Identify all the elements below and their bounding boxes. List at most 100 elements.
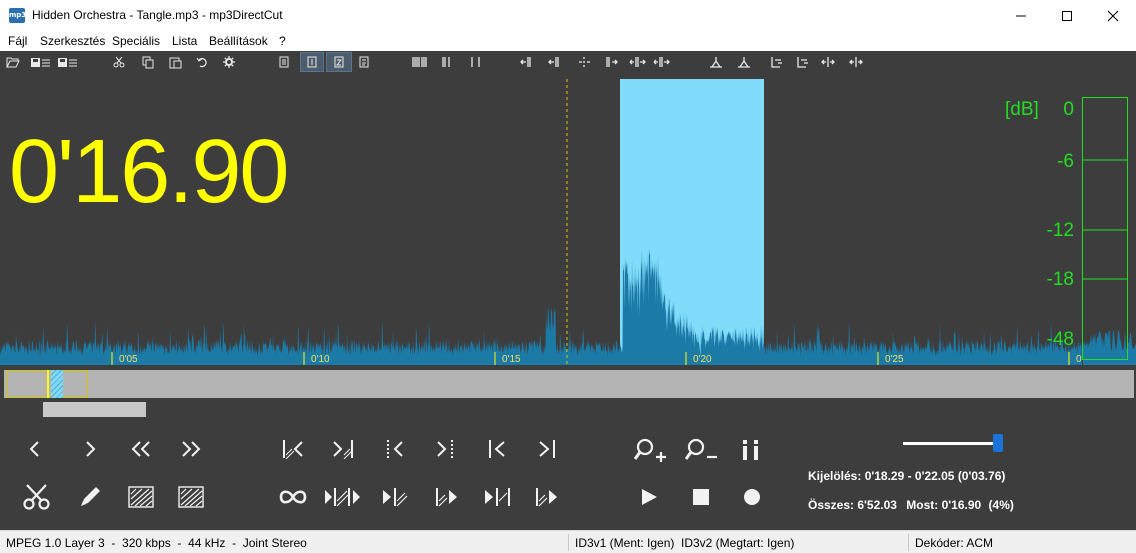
zoom-in-button[interactable] bbox=[633, 436, 671, 464]
marker-icon bbox=[653, 57, 670, 67]
open-button[interactable] bbox=[4, 53, 22, 71]
hatched-box-icon bbox=[128, 486, 154, 508]
toolbar-marker-button[interactable] bbox=[602, 53, 622, 71]
toolbar-marker-button[interactable] bbox=[734, 53, 754, 71]
db-scale-label: -6 bbox=[1057, 151, 1074, 172]
toolbar-marker-button[interactable] bbox=[652, 53, 672, 71]
list-button[interactable] bbox=[276, 53, 292, 71]
selection-info: Kijelölés: 0'18.29 - 0'22.05 (0'03.76) bbox=[808, 469, 1005, 483]
loop-button[interactable] bbox=[276, 484, 310, 510]
toolbar-marker-button[interactable] bbox=[546, 53, 566, 71]
volume-slider-track[interactable] bbox=[903, 442, 1003, 445]
menu-special[interactable]: Speciális bbox=[112, 34, 160, 48]
save-selection-icon bbox=[58, 58, 77, 67]
fast-back-button[interactable] bbox=[126, 436, 156, 462]
save-selection-button[interactable] bbox=[56, 53, 80, 71]
close-button[interactable] bbox=[1090, 0, 1136, 31]
current-time-display: 0'16.90 bbox=[9, 122, 289, 222]
menu-help[interactable]: ? bbox=[279, 34, 286, 48]
menu-file[interactable]: Fájl bbox=[8, 34, 27, 48]
info-bars-icon bbox=[743, 440, 758, 460]
horizontal-scroll-thumb[interactable] bbox=[43, 402, 146, 417]
step-forward-button[interactable] bbox=[77, 436, 103, 462]
play-selection-end-button[interactable] bbox=[532, 484, 564, 510]
zoom-out-button[interactable] bbox=[684, 436, 722, 464]
overview-track[interactable] bbox=[4, 370, 1134, 398]
toolbar-marker-button[interactable] bbox=[466, 53, 486, 71]
toolbar-marker-button[interactable] bbox=[794, 53, 814, 71]
total-value: 6'52.03 bbox=[857, 498, 897, 512]
stop-button[interactable] bbox=[688, 484, 714, 510]
cut-button[interactable] bbox=[111, 53, 127, 71]
record-button[interactable] bbox=[739, 484, 765, 510]
toolbar-marker-button[interactable] bbox=[768, 53, 788, 71]
play-from-selection-button[interactable] bbox=[432, 484, 464, 510]
play-from-icon bbox=[436, 488, 457, 507]
play-selection-start-button[interactable] bbox=[482, 484, 514, 510]
mode-page-3-button[interactable] bbox=[356, 53, 372, 71]
maximize-button[interactable] bbox=[1044, 0, 1090, 31]
cut-selection-button[interactable] bbox=[22, 482, 54, 512]
toolbar-marker-button[interactable] bbox=[706, 53, 726, 71]
marker-icon bbox=[738, 57, 750, 68]
toolbar-marker-button[interactable] bbox=[628, 53, 648, 71]
toolbar-marker-button[interactable] bbox=[410, 53, 430, 71]
folder-open-icon bbox=[6, 57, 20, 68]
level-info-button[interactable] bbox=[738, 436, 764, 464]
mode-page-1-button[interactable] bbox=[300, 52, 324, 72]
toolbar-marker-button[interactable] bbox=[438, 53, 458, 71]
play-button[interactable] bbox=[636, 484, 662, 510]
go-to-selection-start-button[interactable] bbox=[380, 436, 410, 462]
settings-button[interactable] bbox=[221, 53, 237, 71]
paste-icon bbox=[169, 57, 181, 68]
play-icon bbox=[642, 489, 657, 505]
zoom-out-icon bbox=[685, 438, 717, 460]
app-icon[interactable]: mp3 bbox=[9, 8, 26, 23]
menu-settings[interactable]: Beállítások bbox=[209, 34, 268, 48]
menu-edit[interactable]: Szerkesztés bbox=[40, 34, 105, 48]
status-id3v1: ID3v1 (Ment: Igen) bbox=[575, 536, 675, 550]
now-value: 0'16.90 bbox=[941, 498, 982, 512]
play-selection-icon bbox=[325, 488, 360, 507]
skip-to-end-icon bbox=[539, 440, 555, 458]
step-back-button[interactable] bbox=[22, 436, 48, 462]
toolbar-marker-button[interactable] bbox=[818, 53, 838, 71]
level-meter bbox=[1082, 97, 1128, 360]
toolbar-marker-button[interactable] bbox=[518, 53, 538, 71]
paste-button[interactable] bbox=[167, 53, 183, 71]
time-tick-label: 0'15 bbox=[502, 354, 521, 365]
undo-button[interactable] bbox=[194, 53, 210, 71]
fade-in-button[interactable] bbox=[126, 484, 156, 510]
marker-icon bbox=[771, 57, 782, 68]
overview-strip[interactable] bbox=[0, 368, 1136, 400]
total-info: Összes: 6'52.03 Most: 0'16.90 (4%) bbox=[808, 498, 1014, 512]
gear-icon bbox=[223, 56, 235, 68]
menu-list[interactable]: Lista bbox=[172, 34, 197, 48]
selection-end-forward-button[interactable] bbox=[328, 436, 358, 462]
fast-forward-button[interactable] bbox=[176, 436, 206, 462]
mode-page-2-button[interactable] bbox=[326, 52, 352, 72]
selection-start-back-button[interactable] bbox=[278, 436, 308, 462]
window-title: Hidden Orchestra - Tangle.mp3 - mp3Direc… bbox=[32, 8, 283, 22]
status-bar: MPEG 1.0 Layer 3 - 320 kbps - 44 kHz - J… bbox=[0, 530, 1136, 553]
go-to-end-button[interactable] bbox=[532, 436, 562, 462]
play-selection-button[interactable] bbox=[322, 484, 364, 510]
goto-start-icon bbox=[387, 440, 403, 458]
go-to-selection-end-button[interactable] bbox=[430, 436, 460, 462]
db-unit-label: [dB] bbox=[1005, 99, 1039, 120]
play-to-icon bbox=[383, 488, 408, 507]
copy-button[interactable] bbox=[140, 53, 156, 71]
waveform bbox=[0, 248, 1082, 365]
infinity-icon bbox=[279, 490, 307, 504]
edit-button[interactable] bbox=[76, 482, 104, 512]
marker-icon bbox=[520, 57, 531, 67]
minimize-button[interactable] bbox=[998, 0, 1044, 31]
waveform-area[interactable]: 0'050'100'150'200'250'30 [dB]0-6-12-18-4… bbox=[0, 73, 1136, 368]
toolbar-marker-button[interactable] bbox=[574, 53, 594, 71]
save-button[interactable] bbox=[29, 53, 53, 71]
volume-slider-thumb[interactable] bbox=[993, 434, 1003, 452]
fade-out-button[interactable] bbox=[176, 484, 206, 510]
play-to-selection-button[interactable] bbox=[380, 484, 412, 510]
toolbar-marker-button[interactable] bbox=[846, 53, 866, 71]
go-to-begin-button[interactable] bbox=[482, 436, 512, 462]
